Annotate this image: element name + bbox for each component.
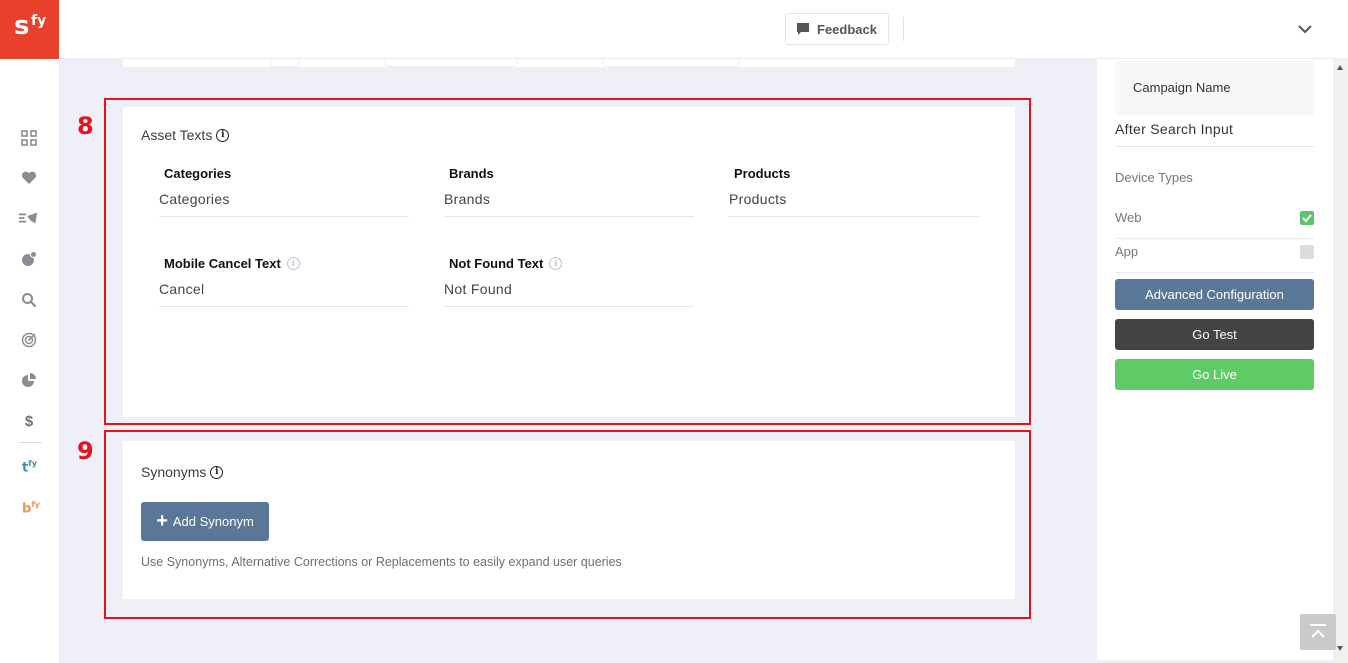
back-to-top-button[interactable] <box>1300 614 1336 650</box>
top-bar: Feedback <box>59 0 1348 59</box>
previous-section-card <box>123 59 1015 67</box>
advanced-configuration-button[interactable]: Advanced Configuration <box>1115 279 1314 310</box>
logo-superscript: fy <box>31 13 47 29</box>
search-icon[interactable] <box>19 290 39 310</box>
annotation-number-9: 9 <box>77 437 94 465</box>
brand-tfy-link[interactable]: tfy <box>22 459 37 475</box>
campaign-type-value: After Search Input <box>1115 121 1314 147</box>
go-live-button[interactable]: Go Live <box>1115 359 1314 390</box>
feedback-button[interactable]: Feedback <box>785 13 889 45</box>
device-row-app: App <box>1115 240 1314 273</box>
page-scrollbar[interactable] <box>1333 59 1348 663</box>
brand-b-letter: b <box>22 501 32 517</box>
scroll-up-arrow-icon[interactable] <box>1337 65 1343 70</box>
partial-input <box>602 59 739 67</box>
app-checkbox[interactable] <box>1300 245 1314 259</box>
web-checkbox[interactable] <box>1300 211 1314 225</box>
segments-icon[interactable] <box>19 249 39 269</box>
scroll-down-arrow-icon[interactable] <box>1337 646 1343 651</box>
device-web-label: Web <box>1115 210 1142 225</box>
heart-icon[interactable] <box>19 168 39 188</box>
sidebar-divider <box>19 442 42 443</box>
campaign-icon[interactable] <box>19 208 39 228</box>
brand-t-super: fy <box>28 459 37 468</box>
dollar-icon[interactable]: $ <box>19 411 39 431</box>
annotation-box-8 <box>104 98 1031 425</box>
brand-bfy-link[interactable]: bfy <box>22 500 40 516</box>
brand-b-super: fy <box>31 500 41 509</box>
annotation-number-8: 8 <box>77 112 94 140</box>
top-bar-divider <box>903 17 904 41</box>
target-icon[interactable] <box>19 330 39 350</box>
pie-chart-icon[interactable] <box>19 371 39 391</box>
campaign-settings-panel: Campaign Name After Search Input Device … <box>1097 59 1333 660</box>
go-test-button[interactable]: Go Test <box>1115 319 1314 350</box>
device-app-label: App <box>1115 244 1139 259</box>
arrow-up-bar-icon <box>1310 624 1326 638</box>
sidebar: $ tfy bfy <box>0 59 59 663</box>
partial-control <box>270 59 299 67</box>
campaign-name-field[interactable]: Campaign Name <box>1115 61 1314 115</box>
chat-bubble-icon <box>797 23 809 35</box>
campaign-name-label: Campaign Name <box>1133 80 1231 95</box>
logo-letter: s <box>14 11 30 41</box>
feedback-label: Feedback <box>817 21 877 37</box>
device-row-web: Web <box>1115 206 1314 239</box>
chevron-down-icon[interactable] <box>1296 20 1314 38</box>
grid-icon[interactable] <box>19 128 39 148</box>
partial-input <box>385 59 518 67</box>
annotation-box-9 <box>104 430 1031 619</box>
device-types-label: Device Types <box>1115 170 1193 185</box>
app-logo[interactable]: s fy <box>0 0 59 59</box>
